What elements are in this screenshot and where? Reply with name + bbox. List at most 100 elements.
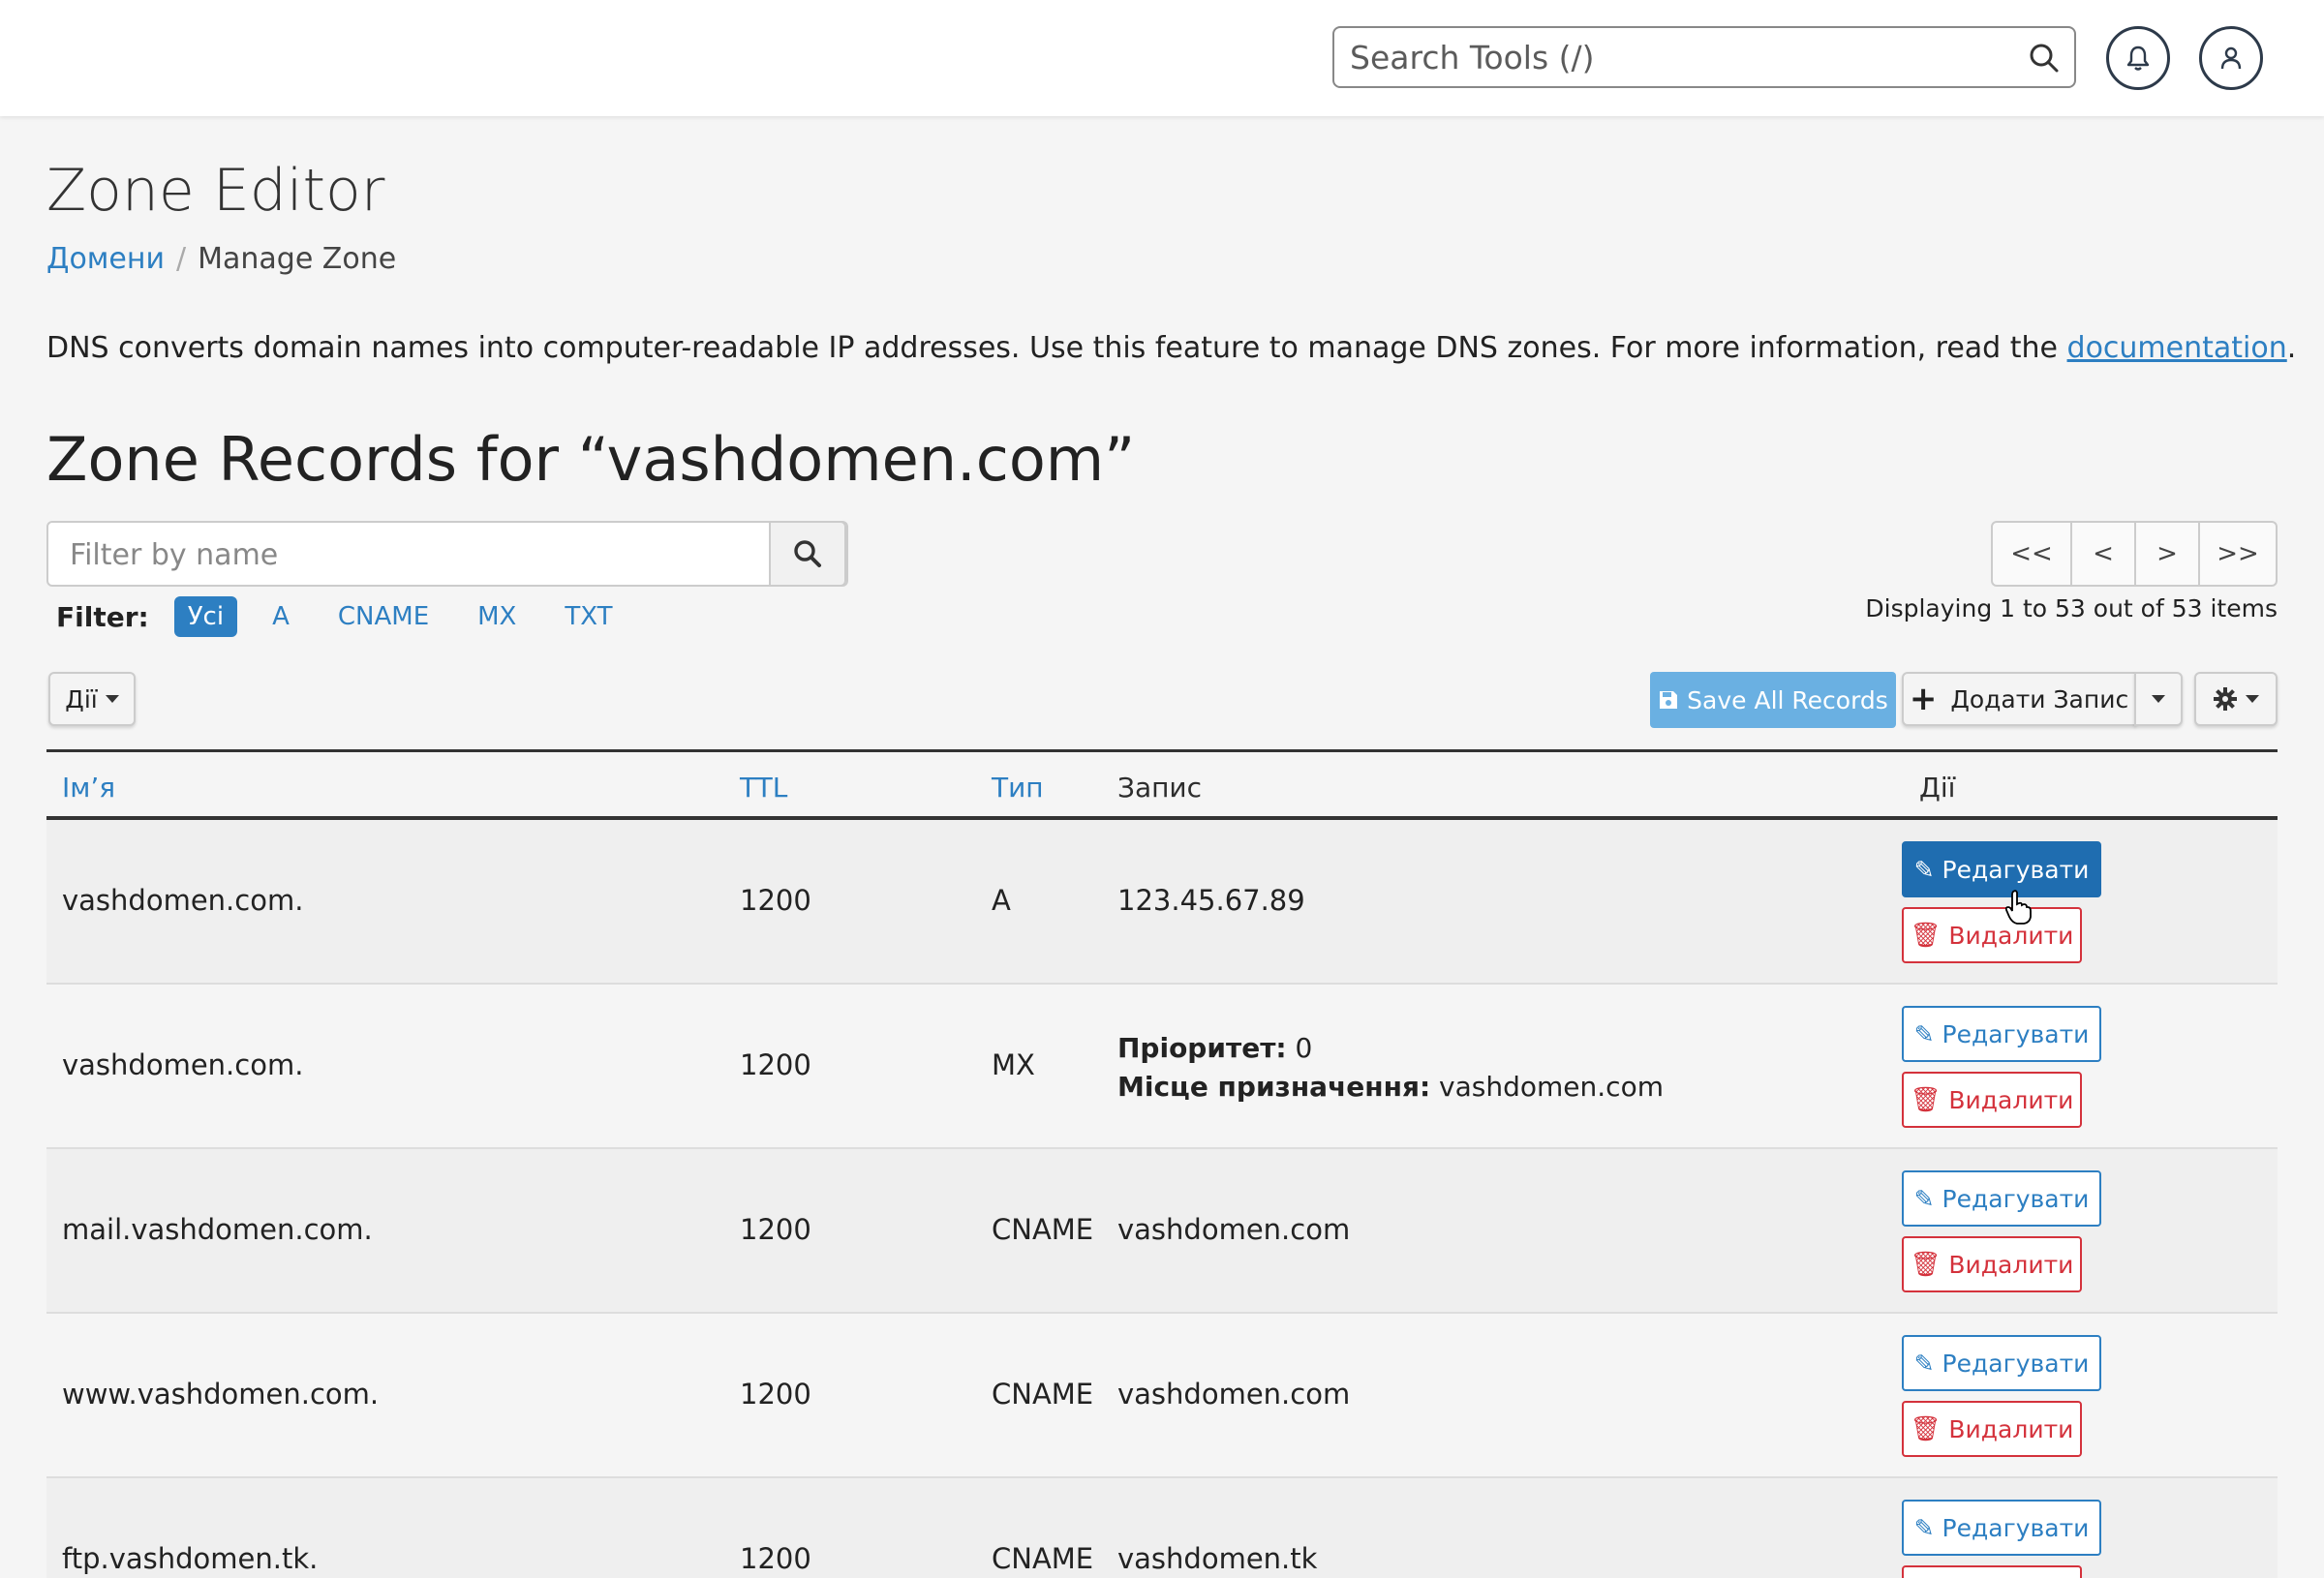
- delete-record-button[interactable]: 🗑Видалити: [1902, 1072, 2082, 1128]
- page-last-button[interactable]: >>: [2200, 523, 2276, 585]
- top-bar: [0, 0, 2324, 116]
- breadcrumb-domains-link[interactable]: Домени: [46, 242, 165, 276]
- edit-label: Редагувати: [1942, 1184, 2090, 1213]
- add-record-dropdown-button[interactable]: [2134, 672, 2183, 726]
- search-tools-box[interactable]: [1332, 26, 2076, 88]
- table-row: mail.vashdomen.com. 1200 CNAME vashdomen…: [46, 1149, 2278, 1314]
- delete-record-button[interactable]: 🗑Видалити: [1902, 1401, 2082, 1457]
- trash-icon: 🗑: [1910, 921, 1942, 949]
- delete-label: Видалити: [1948, 1085, 2074, 1114]
- breadcrumb-current: Manage Zone: [198, 242, 397, 276]
- record-type: MX: [992, 1048, 1035, 1081]
- page-description: DNS converts domain names into computer-…: [46, 331, 2296, 365]
- page-prev-button[interactable]: <: [2072, 523, 2136, 585]
- column-header-ttl[interactable]: TTL: [740, 772, 787, 804]
- save-all-label: Save All Records: [1687, 685, 1888, 714]
- priority-label: Пріоритет:: [1117, 1032, 1287, 1064]
- add-record-button[interactable]: + Додати Запис: [1902, 672, 2136, 726]
- delete-record-button[interactable]: 🗑Видалити: [1902, 1565, 2082, 1578]
- caret-down-icon: [105, 695, 119, 703]
- pencil-icon: ✎: [1913, 1349, 1935, 1378]
- search-icon: [794, 540, 821, 567]
- record-value: vashdomen.com: [1117, 1213, 1351, 1246]
- column-header-type[interactable]: Тип: [992, 772, 1044, 804]
- filter-pill-cname[interactable]: CNAME: [324, 596, 443, 637]
- filter-pill-txt[interactable]: TXT: [551, 596, 626, 637]
- page-first-button[interactable]: <<: [1993, 523, 2072, 585]
- delete-label: Видалити: [1948, 1250, 2074, 1279]
- page-title: Zone Editor: [46, 157, 385, 225]
- search-icon[interactable]: [2028, 42, 2061, 75]
- filter-by-name: [46, 521, 848, 587]
- record-value: vashdomen.com: [1117, 1378, 1351, 1411]
- delete-record-button[interactable]: 🗑Видалити: [1902, 907, 2082, 963]
- edit-record-button[interactable]: ✎ Редагувати: [1902, 1170, 2101, 1227]
- filter-pill-all[interactable]: Усі: [173, 596, 238, 637]
- edit-label: Редагувати: [1942, 1513, 2090, 1542]
- filter-search-button[interactable]: [769, 521, 846, 587]
- plus-icon: +: [1909, 680, 1938, 718]
- edit-label: Редагувати: [1942, 855, 2090, 884]
- filter-input[interactable]: [70, 534, 748, 575]
- edit-label: Редагувати: [1942, 1019, 2090, 1048]
- priority-value: 0: [1286, 1032, 1313, 1064]
- record-ttl: 1200: [740, 1542, 811, 1575]
- records-heading: Zone Records for “vashdomen.com”: [46, 424, 1136, 495]
- edit-label: Редагувати: [1942, 1349, 2090, 1378]
- user-icon: [2220, 46, 2242, 70]
- actions-label: Дії: [65, 684, 98, 713]
- table-header: Ім’я TTL Тип Запис Дії: [46, 752, 2278, 820]
- pencil-icon: ✎: [1913, 1019, 1935, 1048]
- record-type: A: [992, 884, 1011, 917]
- notifications-button[interactable]: [2106, 26, 2170, 90]
- pencil-icon: ✎: [1913, 855, 1935, 884]
- filter-label: Filter:: [56, 600, 149, 633]
- trash-icon: 🗑: [1910, 1250, 1942, 1278]
- record-type: CNAME: [992, 1213, 1094, 1246]
- record-name: www.vashdomen.com.: [62, 1378, 380, 1411]
- edit-record-button[interactable]: ✎ Редагувати: [1902, 841, 2101, 897]
- column-header-record: Запис: [1117, 772, 1203, 804]
- column-header-name[interactable]: Ім’я: [62, 772, 115, 804]
- record-type: CNAME: [992, 1542, 1094, 1575]
- mx-priority: Пріоритет: 0: [1117, 1029, 1664, 1068]
- edit-record-button[interactable]: ✎ Редагувати: [1902, 1335, 2101, 1391]
- record-name: mail.vashdomen.com.: [62, 1213, 373, 1246]
- mx-destination: Місце призначення: vashdomen.com: [1117, 1068, 1664, 1107]
- add-record-label: Додати Запис: [1950, 684, 2129, 713]
- record-value: vashdomen.tk: [1117, 1542, 1318, 1575]
- edit-record-button[interactable]: ✎ Редагувати: [1902, 1006, 2101, 1062]
- description-text: DNS converts domain names into computer-…: [46, 331, 2067, 365]
- search-tools-input[interactable]: [1350, 36, 2008, 78]
- user-menu-button[interactable]: [2199, 26, 2263, 90]
- breadcrumb-separator: /: [176, 242, 187, 276]
- table-row: ftp.vashdomen.tk. 1200 CNAME vashdomen.t…: [46, 1478, 2278, 1578]
- table-row: www.vashdomen.com. 1200 CNAME vashdomen.…: [46, 1314, 2278, 1478]
- pencil-icon: ✎: [1913, 1184, 1935, 1213]
- record-name: vashdomen.com.: [62, 1048, 304, 1081]
- delete-record-button[interactable]: 🗑Видалити: [1902, 1236, 2082, 1292]
- displaying-count: Displaying 1 to 53 out of 53 items: [1865, 594, 2278, 622]
- record-name: vashdomen.com.: [62, 884, 304, 917]
- save-all-records-button[interactable]: Save All Records: [1650, 672, 1896, 728]
- pagination: << < > >>: [1991, 521, 2278, 587]
- record-type: CNAME: [992, 1378, 1094, 1411]
- type-filter: Filter: Усі A CNAME MX TXT: [56, 596, 648, 637]
- record-ttl: 1200: [740, 1048, 811, 1081]
- breadcrumb: Домени / Manage Zone: [46, 242, 396, 276]
- record-name: ftp.vashdomen.tk.: [62, 1542, 319, 1575]
- actions-dropdown-button[interactable]: Дії: [48, 672, 136, 726]
- filter-pill-mx[interactable]: MX: [464, 596, 530, 637]
- hand-cursor-icon: [2004, 890, 2032, 925]
- filter-pill-a[interactable]: A: [259, 596, 303, 637]
- page-next-button[interactable]: >: [2136, 523, 2200, 585]
- trash-icon: 🗑: [1910, 1085, 1942, 1113]
- pencil-icon: ✎: [1913, 1513, 1935, 1542]
- settings-dropdown-button[interactable]: [2194, 672, 2278, 726]
- table-row: vashdomen.com. 1200 MX Пріоритет: 0 Місц…: [46, 985, 2278, 1149]
- edit-record-button[interactable]: ✎ Редагувати: [1902, 1500, 2101, 1556]
- record-value-mx: Пріоритет: 0 Місце призначення: vashdome…: [1117, 1029, 1664, 1107]
- record-ttl: 1200: [740, 1213, 811, 1246]
- documentation-link[interactable]: documentation: [2067, 331, 2287, 365]
- description-end: .: [2286, 331, 2297, 365]
